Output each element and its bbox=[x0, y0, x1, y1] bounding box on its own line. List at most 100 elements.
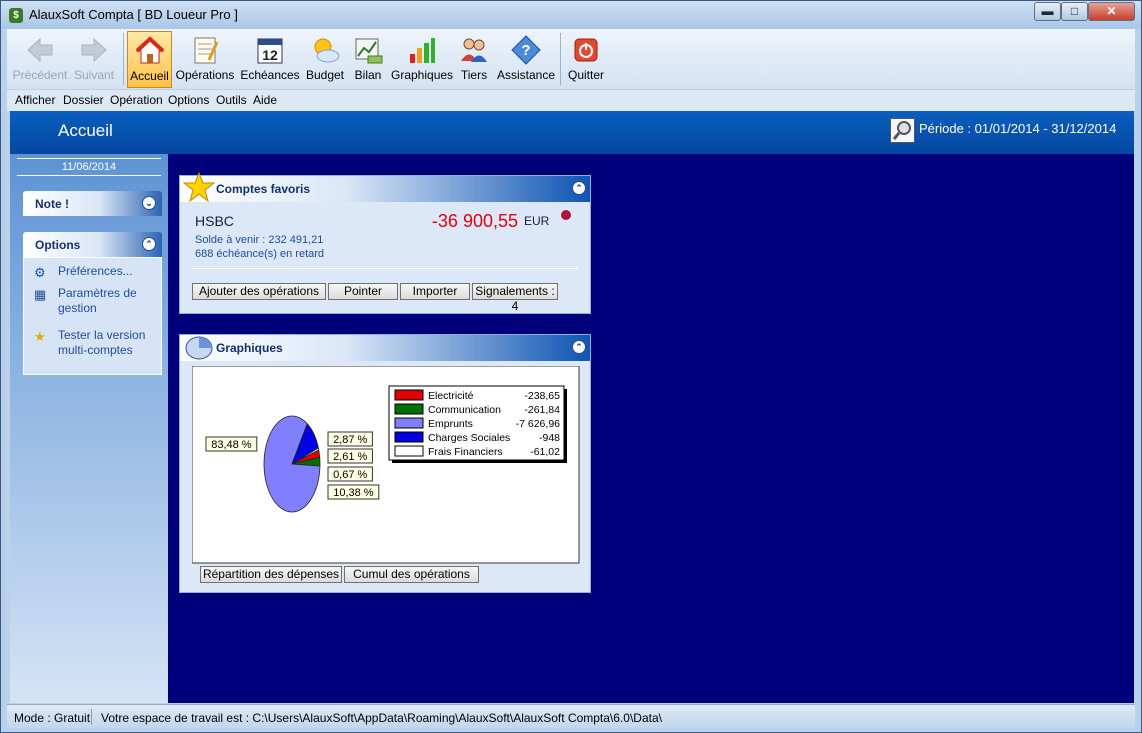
link-label: Paramètres de gestion bbox=[58, 286, 137, 315]
magnifier-icon bbox=[892, 121, 911, 140]
toolbar-label: Accueil bbox=[130, 69, 169, 83]
preferences-icon: ⚙ bbox=[34, 265, 46, 280]
toolbar-assistance-button[interactable]: ? Assistance bbox=[497, 31, 555, 88]
period-search-button[interactable] bbox=[890, 118, 915, 143]
divider bbox=[17, 158, 161, 159]
toolbar-bilan-button[interactable]: Bilan bbox=[349, 31, 387, 88]
note-panel-header[interactable]: Note ! ⌄ bbox=[23, 191, 162, 216]
comptes-favoris-panel: Comptes favoris ⌃ HSBC -36 900,55 EUR So… bbox=[179, 171, 591, 314]
link-label: Tester la version multi-comptes bbox=[58, 328, 146, 357]
legend-swatch bbox=[394, 403, 424, 415]
chart-legend: Electricité -238,65 Communication -261,84 Em… bbox=[388, 385, 567, 463]
menu-options[interactable]: Options bbox=[168, 93, 209, 107]
toolbar-suivant-button[interactable]: Suivant bbox=[69, 31, 119, 88]
main-area: Comptes favoris ⌃ HSBC -36 900,55 EUR So… bbox=[168, 154, 1134, 703]
tab-repartition-depenses[interactable]: Répartition des dépenses bbox=[200, 566, 342, 583]
toolbar-budget-button[interactable]: Budget bbox=[305, 31, 345, 88]
toolbar-accueil-button[interactable]: Accueil bbox=[127, 31, 172, 88]
toolbar-label: Quitter bbox=[567, 68, 604, 82]
window-title: AlauxSoft Compta [ BD Loueur Pro ] bbox=[29, 7, 238, 22]
tab-cumul-operations[interactable]: Cumul des opérations bbox=[344, 566, 479, 583]
legend-label: Emprunts bbox=[428, 418, 473, 430]
toolbar-label: Précédent bbox=[12, 68, 68, 82]
options-panel-title: Options bbox=[35, 238, 81, 252]
toolbar-separator bbox=[560, 33, 561, 85]
svg-text:?: ? bbox=[521, 42, 530, 59]
pointer-button[interactable]: Pointer bbox=[328, 283, 398, 300]
legend-swatch bbox=[394, 389, 424, 401]
svg-text:2,87 %: 2,87 % bbox=[333, 434, 367, 446]
current-date: 11/06/2014 bbox=[61, 161, 117, 173]
toolbar-label: Opérations bbox=[175, 68, 235, 82]
toolbar-graphiques-button[interactable]: Graphiques bbox=[391, 31, 454, 88]
solde-a-venir: Solde à venir : 232 491,21 bbox=[195, 234, 324, 246]
chevron-up-icon[interactable]: ⌃ bbox=[142, 237, 156, 251]
status-mode: Mode : Gratuit bbox=[14, 711, 91, 725]
options-panel-header[interactable]: Options ⌃ bbox=[23, 232, 162, 257]
echeances-retard[interactable]: 688 échéance(s) en retard bbox=[195, 248, 324, 260]
sidebar: 11/06/2014 Note ! ⌄ Options ⌃ ⚙ Préféren… bbox=[10, 154, 168, 703]
power-icon bbox=[574, 38, 598, 62]
toolbar-precedent-button[interactable]: Précédent bbox=[11, 31, 69, 88]
status-dot bbox=[561, 210, 571, 220]
title-bar[interactable]: $ AlauxSoft Compta [ BD Loueur Pro ] ▬ □… bbox=[1, 1, 1141, 29]
menu-dossier[interactable]: Dossier bbox=[63, 93, 104, 107]
menu-outils[interactable]: Outils bbox=[216, 93, 247, 107]
star-icon bbox=[183, 171, 215, 203]
minimize-button[interactable]: ▬ bbox=[1034, 2, 1061, 21]
status-workspace: Votre espace de travail est : C:\Users\A… bbox=[101, 711, 662, 725]
status-bar: Mode : Gratuit Votre espace de travail e… bbox=[7, 704, 1135, 728]
period-label: Période : 01/01/2014 - 31/12/2014 bbox=[919, 121, 1117, 136]
toolbar-label: Assistance bbox=[497, 68, 556, 82]
maximize-button[interactable]: □ bbox=[1061, 2, 1088, 21]
svg-text:83,48 %: 83,48 % bbox=[211, 439, 252, 451]
note-panel-title: Note ! bbox=[35, 197, 69, 211]
divider bbox=[192, 268, 578, 269]
legend-swatch bbox=[394, 417, 424, 429]
svg-text:2,61 %: 2,61 % bbox=[333, 451, 367, 463]
forward-arrow-icon bbox=[81, 37, 107, 63]
calendar-day-text: 12 bbox=[262, 47, 278, 63]
menu-operation[interactable]: Opération bbox=[110, 93, 163, 107]
legend-swatch bbox=[394, 431, 424, 443]
toolbar-label: Graphiques bbox=[391, 68, 454, 82]
divider bbox=[91, 709, 92, 725]
svg-text:0,67 %: 0,67 % bbox=[333, 469, 367, 481]
toolbar-label: Tiers bbox=[460, 68, 488, 82]
chevron-up-icon[interactable]: ⌃ bbox=[572, 340, 586, 354]
chart-money-icon bbox=[355, 38, 383, 64]
pie-percent-label: 2,87 % bbox=[327, 431, 373, 447]
pie-percent-label: 83,48 % bbox=[205, 436, 258, 452]
signalements-button[interactable]: Signalements : 4 bbox=[472, 283, 558, 313]
close-button[interactable]: ✕ bbox=[1088, 2, 1135, 21]
chevron-down-icon[interactable]: ⌄ bbox=[142, 196, 156, 210]
ajouter-operations-button[interactable]: Ajouter des opérations bbox=[192, 283, 326, 300]
legend-label: Electricité bbox=[428, 390, 474, 402]
bar-chart-icon bbox=[410, 38, 435, 63]
toolbar-operations-button[interactable]: Opérations bbox=[175, 31, 235, 88]
sun-cloud-icon bbox=[314, 38, 340, 63]
page-header: Accueil Période : 01/01/2014 - 31/12/201… bbox=[10, 111, 1134, 154]
toolbar-quitter-button[interactable]: Quitter bbox=[565, 31, 607, 88]
legend-value: -948 bbox=[539, 432, 560, 444]
account-balance: -36 900,55 bbox=[431, 211, 518, 231]
toolbar-label: Suivant bbox=[73, 68, 115, 82]
chevron-up-icon[interactable]: ⌃ bbox=[572, 181, 586, 195]
calendar-icon: 12 bbox=[257, 38, 283, 64]
options-panel-body: ⚙ Préférences... ▦ Paramètres de gestion… bbox=[23, 257, 162, 375]
account-name[interactable]: HSBC bbox=[195, 213, 234, 229]
home-icon bbox=[135, 36, 164, 64]
graphiques-panel: Graphiques ⌃ 2,61 % 2,87 % 83,48 % 10,38 % 0… bbox=[179, 334, 591, 593]
legend-value: -238,65 bbox=[524, 390, 560, 402]
app-window: $ AlauxSoft Compta [ BD Loueur Pro ] ▬ □… bbox=[0, 0, 1142, 733]
menu-aide[interactable]: Aide bbox=[253, 93, 277, 107]
legend-label: Communication bbox=[428, 404, 501, 416]
toolbar-tiers-button[interactable]: Tiers bbox=[455, 31, 493, 88]
toolbar-label: Budget bbox=[305, 68, 345, 82]
menu-afficher[interactable]: Afficher bbox=[15, 93, 55, 107]
legend-value: -261,84 bbox=[524, 404, 560, 416]
importer-button[interactable]: Importer bbox=[400, 283, 470, 300]
toolbar-echeances-button[interactable]: 12 Echéances bbox=[239, 31, 301, 88]
legend-label: Frais Financiers bbox=[428, 446, 503, 458]
app-money-bag-icon: $ bbox=[9, 8, 23, 23]
